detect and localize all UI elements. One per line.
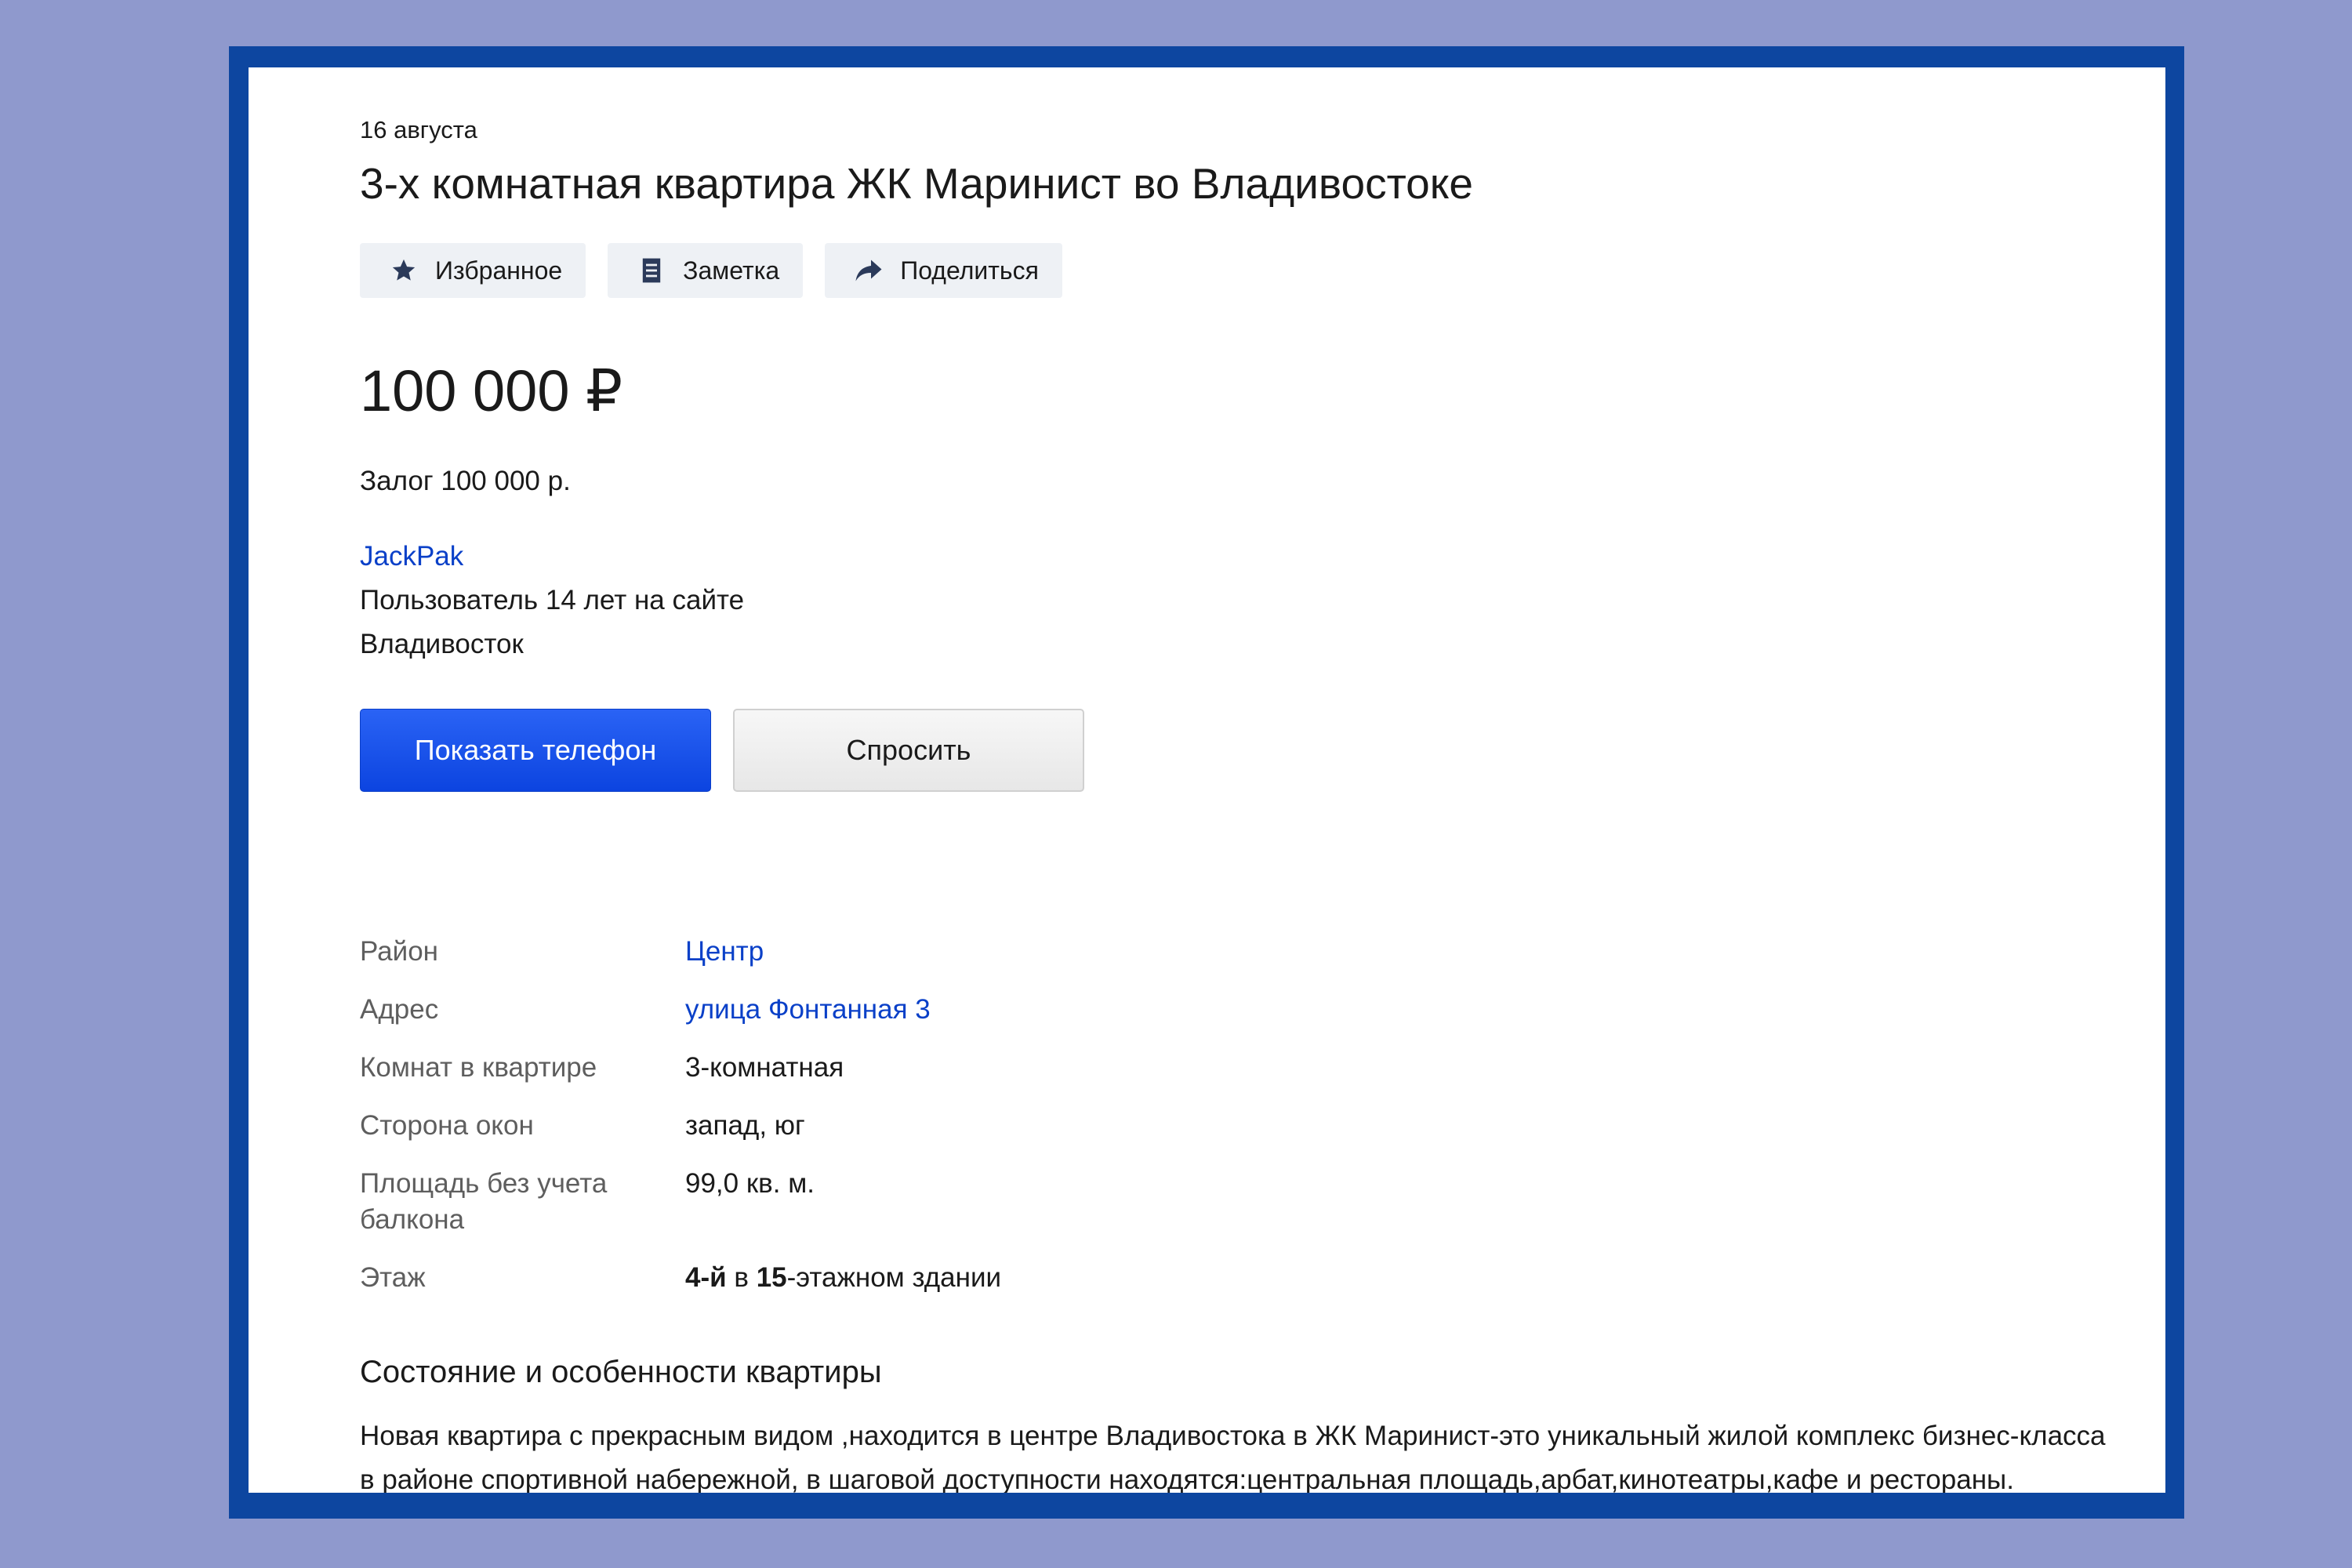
note-icon bbox=[636, 255, 667, 286]
address-link[interactable]: улица Фонтанная 3 bbox=[685, 992, 931, 1028]
param-value: 99,0 кв. м. bbox=[685, 1168, 815, 1199]
seller-tenure: Пользователь 14 лет на сайте bbox=[360, 585, 745, 615]
seller-name-link[interactable]: JackPak bbox=[360, 535, 744, 579]
show-phone-button[interactable]: Показать телефон bbox=[360, 709, 711, 792]
floor-mid: в bbox=[726, 1262, 757, 1293]
param-label: Площадь без учета балкона bbox=[360, 1168, 608, 1235]
param-row: Площадь без учета балкона 99,0 кв. м. bbox=[360, 1166, 1001, 1238]
ask-button[interactable]: Спросить bbox=[733, 709, 1084, 792]
action-bar: Избранное Заметка Поделиться bbox=[360, 243, 1062, 298]
section-title: Состояние и особенности квартиры bbox=[360, 1355, 882, 1389]
favorite-button[interactable]: Избранное bbox=[360, 243, 586, 298]
param-label: Этаж bbox=[360, 1262, 426, 1293]
param-label: Район bbox=[360, 936, 438, 967]
seller-city: Владивосток bbox=[360, 629, 524, 659]
params-table: Район Центр Адрес улица Фонтанная 3 Комн… bbox=[360, 934, 1001, 1318]
param-value: 3-комнатная bbox=[685, 1052, 844, 1083]
seller-info: JackPak Пользователь 14 лет на сайте Вла… bbox=[360, 535, 744, 666]
star-icon bbox=[388, 255, 419, 286]
listing-date: 16 августа bbox=[360, 116, 477, 143]
floor-value: 4-й в 15-этажном здании bbox=[685, 1260, 1001, 1296]
param-value: запад, юг bbox=[685, 1110, 805, 1141]
share-button[interactable]: Поделиться bbox=[825, 243, 1062, 298]
share-label: Поделиться bbox=[900, 256, 1039, 285]
listing-title: 3-х комнатная квартира ЖК Маринист во Вл… bbox=[360, 159, 1474, 208]
contact-buttons: Показать телефон Спросить bbox=[360, 709, 1084, 792]
param-label: Комнат в квартире bbox=[360, 1052, 597, 1083]
param-row: Комнат в квартире 3-комнатная bbox=[360, 1050, 1001, 1086]
param-label: Сторона окон bbox=[360, 1110, 534, 1141]
param-row: Адрес улица Фонтанная 3 bbox=[360, 992, 1001, 1028]
share-arrow-icon bbox=[853, 255, 884, 286]
price: 100 000 ₽ bbox=[360, 358, 623, 423]
floor-total: 15 bbox=[756, 1262, 787, 1293]
note-label: Заметка bbox=[683, 256, 780, 285]
floor-number: 4-й bbox=[685, 1262, 727, 1293]
listing-card: 16 августа 3-х комнатная квартира ЖК Мар… bbox=[249, 67, 2165, 1493]
district-link[interactable]: Центр bbox=[685, 934, 764, 970]
param-row: Этаж 4-й в 15-этажном здании bbox=[360, 1260, 1001, 1296]
description: Новая квартира с прекрасным видом ,наход… bbox=[360, 1421, 2106, 1493]
note-button[interactable]: Заметка bbox=[608, 243, 804, 298]
param-label: Адрес bbox=[360, 994, 439, 1025]
favorite-label: Избранное bbox=[435, 256, 563, 285]
param-row: Район Центр bbox=[360, 934, 1001, 970]
param-row: Сторона окон запад, юг bbox=[360, 1108, 1001, 1144]
floor-suffix: -этажном здании bbox=[786, 1262, 1002, 1293]
deposit: Залог 100 000 р. bbox=[360, 466, 571, 496]
